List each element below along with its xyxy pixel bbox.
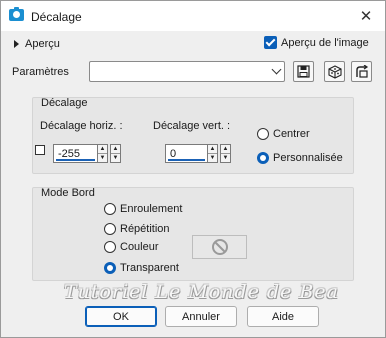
- radio-repetition-label: Répétition: [120, 223, 170, 235]
- mode-bord-group-title: Mode Bord: [41, 187, 95, 199]
- input-focus-underline: [168, 159, 205, 161]
- spin-down-icon[interactable]: ▼: [98, 153, 107, 162]
- title-bar: Décalage ✕: [1, 1, 385, 31]
- mode-bord-group: Mode Bord: [32, 187, 354, 281]
- no-color-icon: [211, 239, 228, 255]
- radio-couleur-label: Couleur: [120, 241, 159, 253]
- close-button[interactable]: ✕: [351, 3, 381, 29]
- step-up-icon[interactable]: ▲: [221, 145, 230, 153]
- radio-enroulement[interactable]: Enroulement: [104, 203, 182, 215]
- help-button[interactable]: Aide: [247, 306, 319, 327]
- ok-button-label: OK: [113, 310, 129, 323]
- radio-transparent-label: Transparent: [120, 262, 179, 274]
- horiz-spin-arrows[interactable]: ▲ ▼: [97, 144, 108, 163]
- apercu-image-checkbox[interactable]: Aperçu de l'image: [264, 36, 369, 49]
- window-title: Décalage: [31, 10, 82, 24]
- vert-step-arrows[interactable]: ▲ ▼: [220, 144, 231, 163]
- params-dropdown[interactable]: [89, 61, 285, 82]
- radio-off-icon: [104, 203, 116, 215]
- radio-couleur[interactable]: Couleur: [104, 241, 159, 253]
- radio-on-icon: [257, 152, 269, 164]
- preview-toggle[interactable]: Aperçu: [14, 38, 60, 50]
- step-down-icon[interactable]: ▼: [221, 153, 230, 162]
- spin-up-icon[interactable]: ▲: [208, 145, 217, 153]
- randomize-icon: [327, 64, 342, 79]
- help-button-label: Aide: [271, 310, 295, 323]
- save-icon: [297, 65, 310, 78]
- vert-spin-arrows[interactable]: ▲ ▼: [207, 144, 218, 163]
- input-focus-underline: [56, 159, 95, 161]
- radio-transparent[interactable]: Transparent: [104, 262, 179, 274]
- color-swatch-button[interactable]: [192, 235, 247, 259]
- step-down-icon[interactable]: ▼: [111, 153, 120, 162]
- preview-label: Aperçu: [25, 38, 60, 50]
- vert-offset-label: Décalage vert. :: [153, 120, 231, 132]
- radio-off-icon: [104, 241, 116, 253]
- decalage-dialog: Décalage ✕ Aperçu Aperçu de l'image Para…: [0, 0, 386, 338]
- spin-down-icon[interactable]: ▼: [208, 153, 217, 162]
- horiz-offset-input[interactable]: -255: [53, 144, 97, 163]
- step-up-icon[interactable]: ▲: [111, 145, 120, 153]
- decalage-group-title: Décalage: [41, 97, 88, 109]
- horiz-offset-spinner[interactable]: -255 ▲ ▼ ▲ ▼: [53, 144, 121, 163]
- radio-personnalisee[interactable]: Personnalisée: [257, 152, 343, 164]
- vert-offset-input[interactable]: 0: [165, 144, 207, 163]
- reset-button[interactable]: [351, 61, 372, 82]
- radio-off-icon: [104, 223, 116, 235]
- horiz-step-arrows[interactable]: ▲ ▼: [110, 144, 121, 163]
- ok-button[interactable]: OK: [85, 306, 157, 327]
- horiz-offset-label: Décalage horiz. :: [40, 120, 123, 132]
- spin-up-icon[interactable]: ▲: [98, 145, 107, 153]
- close-icon: ✕: [359, 8, 373, 25]
- randomize-button[interactable]: [324, 61, 345, 82]
- link-checkbox[interactable]: [35, 145, 45, 155]
- radio-repetition[interactable]: Répétition: [104, 223, 170, 235]
- watermark-text: Tutoriel Le Monde de Bea: [64, 281, 339, 303]
- cancel-button-label: Annuler: [182, 310, 220, 323]
- expand-arrow-icon: [14, 40, 19, 48]
- checkbox-checked-icon: [264, 36, 277, 49]
- camera-icon: [9, 7, 24, 21]
- apercu-image-label: Aperçu de l'image: [281, 36, 369, 49]
- vert-offset-spinner[interactable]: 0 ▲ ▼ ▲ ▼: [165, 144, 231, 163]
- radio-on-icon: [104, 262, 116, 274]
- radio-enroulement-label: Enroulement: [120, 203, 183, 215]
- radio-centrer-label: Centrer: [273, 128, 310, 140]
- radio-centrer[interactable]: Centrer: [257, 128, 310, 140]
- radio-perso-label: Personnalisée: [273, 152, 343, 164]
- radio-off-icon: [257, 128, 269, 140]
- reset-icon: [355, 64, 368, 78]
- cancel-button[interactable]: Annuler: [165, 306, 237, 327]
- params-label: Paramètres: [12, 66, 69, 78]
- chevron-down-icon: [271, 64, 282, 75]
- save-preset-button[interactable]: [293, 61, 314, 82]
